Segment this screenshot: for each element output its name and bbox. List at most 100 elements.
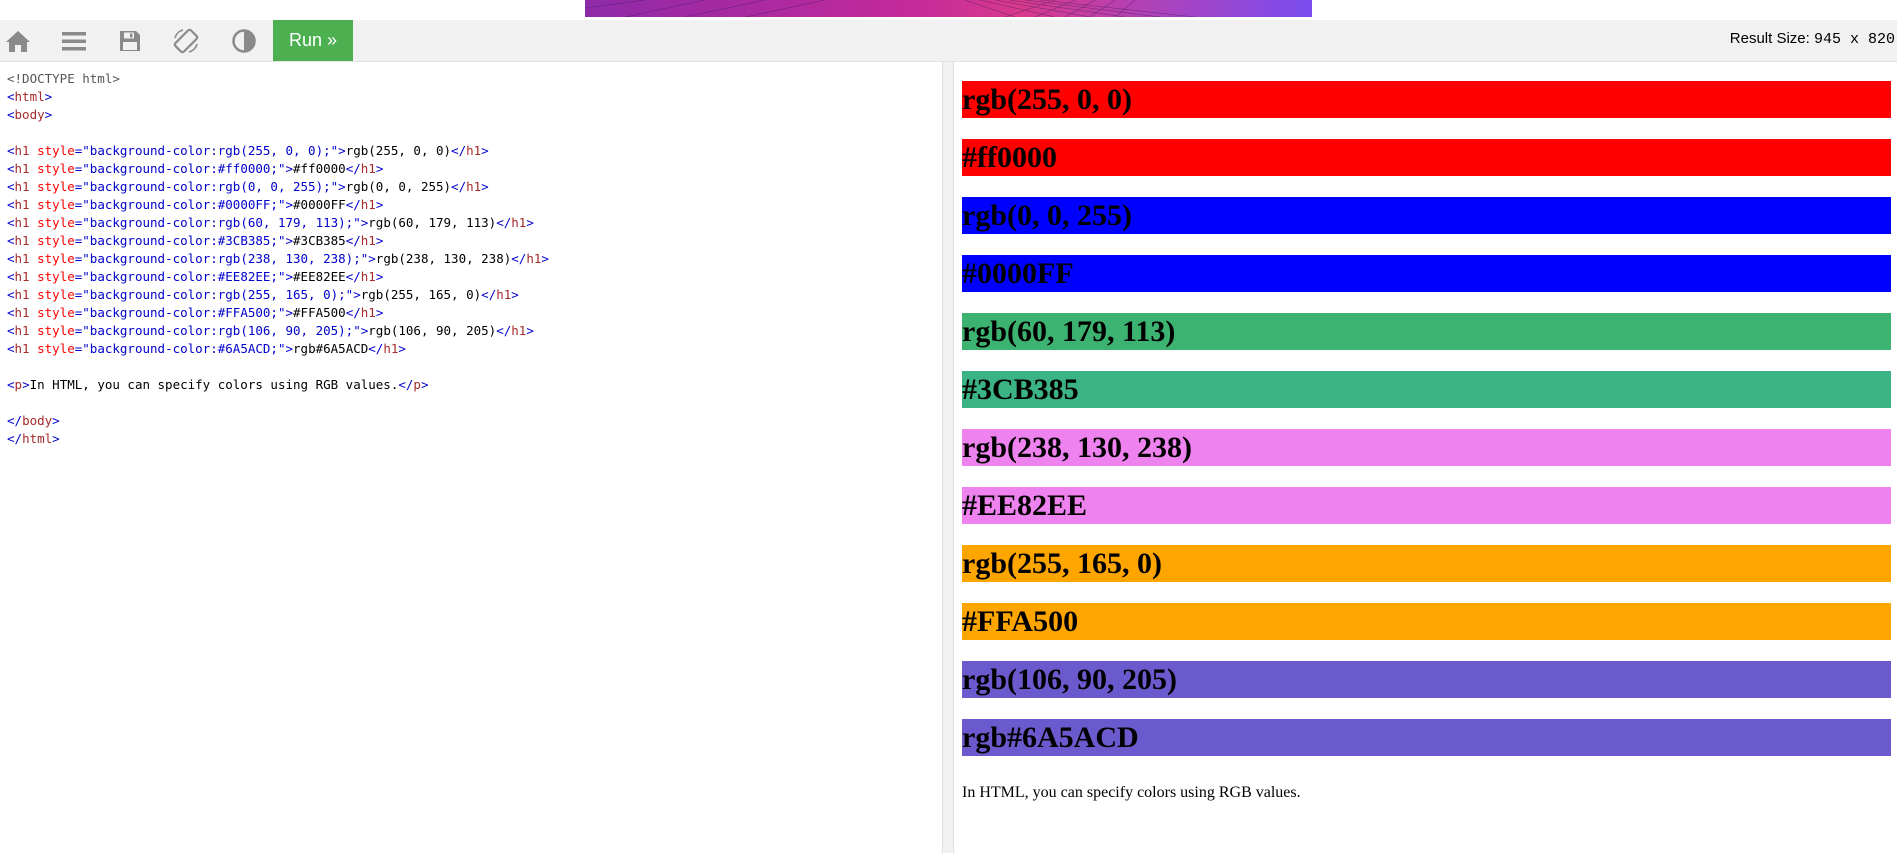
code-token: style <box>29 341 75 356</box>
code-line: <h1 style="background-color:#ff0000;">#f… <box>7 160 549 178</box>
pane-divider[interactable] <box>942 62 954 853</box>
code-token: > <box>526 215 534 230</box>
code-token: > <box>511 287 519 302</box>
code-token: > <box>481 143 489 158</box>
code-token: </ <box>451 179 467 194</box>
code-token: "background-color:rgb(238, 130, 238);" <box>82 251 369 266</box>
code-token: h1 <box>466 143 482 158</box>
code-line: <h1 style="background-color:#0000FF;">#0… <box>7 196 549 214</box>
code-token: #3CB385 <box>293 233 346 248</box>
code-token: style <box>29 233 75 248</box>
code-token: </ <box>7 431 23 446</box>
code-token: > <box>398 341 406 356</box>
code-token: rgb(60, 179, 113) <box>368 215 497 230</box>
code-token: > <box>52 431 60 446</box>
code-token: style <box>29 269 75 284</box>
code-token: > <box>285 197 294 212</box>
code-line: <p>In HTML, you can specify colors using… <box>7 376 549 394</box>
code-token: </ <box>7 413 23 428</box>
code-token: > <box>285 305 294 320</box>
run-button[interactable]: Run » <box>273 20 353 61</box>
code-token: "background-color:#6A5ACD;" <box>82 341 286 356</box>
result-heading: rgb(255, 0, 0) <box>962 81 1891 118</box>
code-line: <!DOCTYPE html> <box>7 70 549 88</box>
code-token: "background-color:rgb(255, 165, 0);" <box>82 287 354 302</box>
code-token: < <box>7 197 15 212</box>
result-heading: #EE82EE <box>962 487 1891 524</box>
banner-pattern <box>585 0 1196 17</box>
code-token: rgb#6A5ACD <box>293 341 369 356</box>
code-token: < <box>7 233 15 248</box>
result-size: Result Size: 945 x 820 <box>1730 30 1895 48</box>
code-block[interactable]: <!DOCTYPE html> <html> <body> <h1 style="ba… <box>7 70 549 448</box>
code-token: h1 <box>14 251 30 266</box>
code-token: </ <box>345 305 361 320</box>
menu-icon[interactable] <box>56 26 92 56</box>
code-token: > <box>375 197 384 212</box>
home-icon[interactable] <box>0 26 36 56</box>
code-token: > <box>375 305 384 320</box>
code-line: <h1 style="background-color:rgb(238, 130… <box>7 250 549 268</box>
code-token: rgb(106, 90, 205) <box>368 323 497 338</box>
top-banner <box>585 0 1312 17</box>
code-token: h1 <box>496 287 512 302</box>
code-token: < <box>7 161 15 176</box>
code-token: h1 <box>14 179 30 194</box>
code-token: </ <box>345 161 361 176</box>
code-token: > <box>285 341 294 356</box>
result-heading: #ff0000 <box>962 139 1891 176</box>
result-heading: rgb(106, 90, 205) <box>962 661 1891 698</box>
code-token: h1 <box>360 197 376 212</box>
result-heading: #3CB385 <box>962 371 1891 408</box>
contrast-icon[interactable] <box>226 26 262 56</box>
result-heading: #FFA500 <box>962 603 1891 640</box>
code-token: h1 <box>14 287 30 302</box>
code-line: <h1 style="background-color:#EE82EE;">#E… <box>7 268 549 286</box>
code-token: h1 <box>360 161 376 176</box>
code-line: <h1 style="background-color:rgb(255, 165… <box>7 286 549 304</box>
code-token: > <box>353 287 361 302</box>
code-token: > <box>285 161 294 176</box>
code-line: <body> <box>7 106 549 124</box>
code-token: h1 <box>14 305 30 320</box>
code-token: </ <box>345 233 361 248</box>
code-token: > <box>420 377 429 392</box>
result-size-label: Result Size: <box>1729 30 1810 47</box>
code-token: </ <box>398 377 414 392</box>
code-token: style <box>29 305 75 320</box>
code-token: > <box>44 89 53 104</box>
code-token: style <box>29 323 75 338</box>
code-line: <h1 style="background-color:#6A5ACD;">rg… <box>7 340 549 358</box>
code-token: h1 <box>14 341 30 356</box>
code-line: <html> <box>7 88 549 106</box>
code-token: </ <box>345 197 361 212</box>
save-icon[interactable] <box>112 26 148 56</box>
code-editor[interactable]: <!DOCTYPE html> <html> <body> <h1 style="ba… <box>0 62 942 853</box>
code-token: "background-color:rgb(255, 0, 0);" <box>82 143 339 158</box>
code-token: #ff0000 <box>293 161 346 176</box>
code-token: < <box>7 89 15 104</box>
result-size-value: 945 x 820 <box>1813 31 1895 48</box>
code-token: h1 <box>14 323 30 338</box>
code-token: h1 <box>14 269 30 284</box>
code-token: < <box>7 179 15 194</box>
toolbar: Run » Result Size: 945 x 820 <box>0 20 1897 62</box>
rotate-icon[interactable] <box>168 26 204 56</box>
result-paragraph: In HTML, you can specify colors using RG… <box>962 784 1301 801</box>
code-token: </ <box>511 251 527 266</box>
code-token: < <box>7 215 15 230</box>
code-token: style <box>29 161 75 176</box>
code-token: > <box>375 233 384 248</box>
code-token: </ <box>451 143 467 158</box>
code-token: < <box>7 251 15 266</box>
code-token: h1 <box>14 197 30 212</box>
code-token: rgb(238, 130, 238) <box>375 251 512 266</box>
code-line: </body> <box>7 412 549 430</box>
code-token: </ <box>496 323 512 338</box>
code-token: h1 <box>511 215 527 230</box>
code-token: h1 <box>511 323 527 338</box>
code-token: "background-color:#3CB385;" <box>82 233 286 248</box>
code-token: < <box>7 323 15 338</box>
code-token: > <box>285 233 294 248</box>
